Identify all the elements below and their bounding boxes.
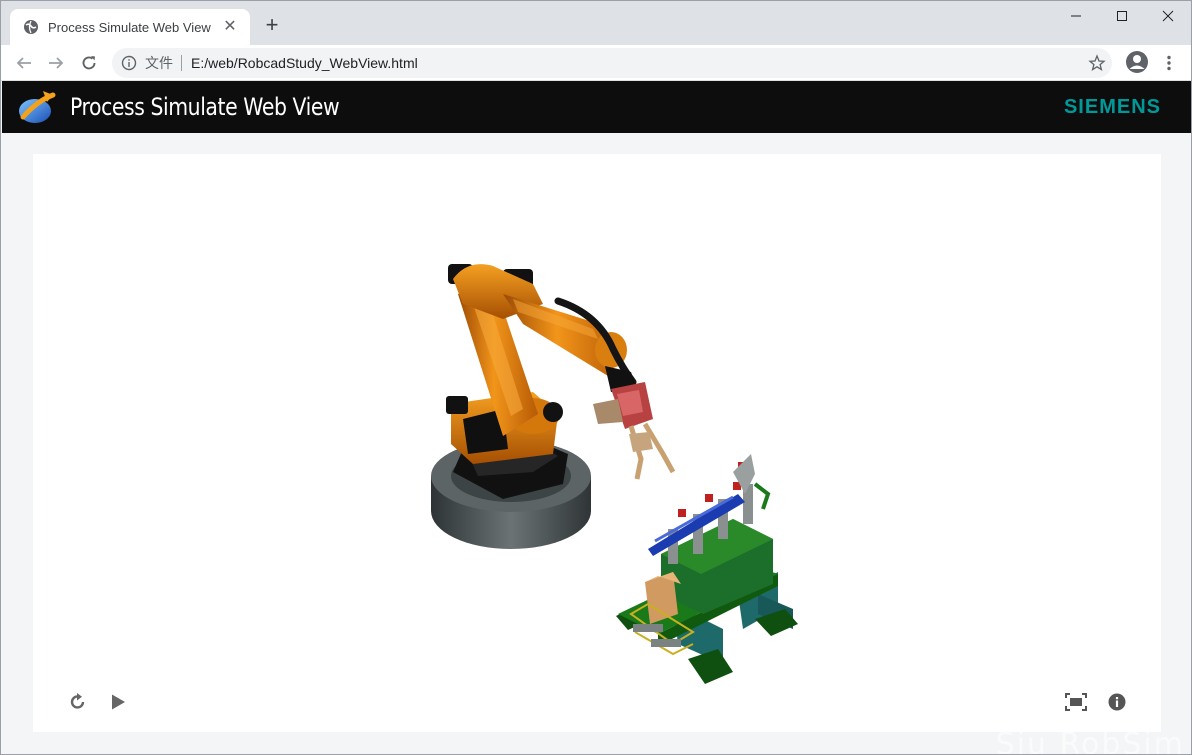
site-info-icon[interactable] [121,55,137,71]
globe-icon [23,19,39,35]
maximize-icon[interactable] [1099,1,1145,31]
fixture-model[interactable] [616,454,798,684]
browser-window: Process Simulate Web View ✕ + 文件 E:/web/… [0,0,1192,755]
play-icon[interactable] [106,690,130,714]
bookmark-star-icon[interactable] [1088,54,1106,72]
profile-avatar-icon[interactable] [1125,50,1149,74]
tab-strip: Process Simulate Web View ✕ + [1,1,1191,45]
address-divider [181,55,182,71]
address-bar[interactable]: 文件 E:/web/RobcadStudy_WebView.html [112,48,1112,78]
3d-viewer[interactable] [33,154,1161,732]
scheme-label: 文件 [145,55,173,71]
app-logo-icon [17,87,57,127]
tab-title: Process Simulate Web View [48,19,211,35]
app-header: Process Simulate Web View SIEMENS [2,81,1191,133]
window-close-icon[interactable] [1145,1,1191,31]
url-text[interactable]: E:/web/RobcadStudy_WebView.html [191,55,418,71]
robot-model[interactable] [431,264,676,549]
3d-scene[interactable] [33,154,1161,732]
info-icon[interactable] [1105,690,1129,714]
rewind-icon[interactable] [66,690,90,714]
browser-menu-icon[interactable] [1161,51,1177,75]
reload-icon[interactable] [75,49,103,77]
new-tab-icon[interactable]: + [260,14,284,38]
minimize-icon[interactable] [1053,1,1099,31]
fit-view-icon[interactable] [1064,690,1088,714]
watermark-text: Siu RobSim [995,727,1185,755]
browser-toolbar: 文件 E:/web/RobcadStudy_WebView.html [1,45,1191,81]
back-arrow-icon[interactable] [10,49,38,77]
app-title: Process Simulate Web View [70,93,340,121]
siemens-logo: SIEMENS [1063,96,1161,118]
browser-tab[interactable]: Process Simulate Web View ✕ [10,9,250,45]
tab-close-icon[interactable]: ✕ [222,19,238,35]
forward-arrow-icon[interactable] [42,49,70,77]
